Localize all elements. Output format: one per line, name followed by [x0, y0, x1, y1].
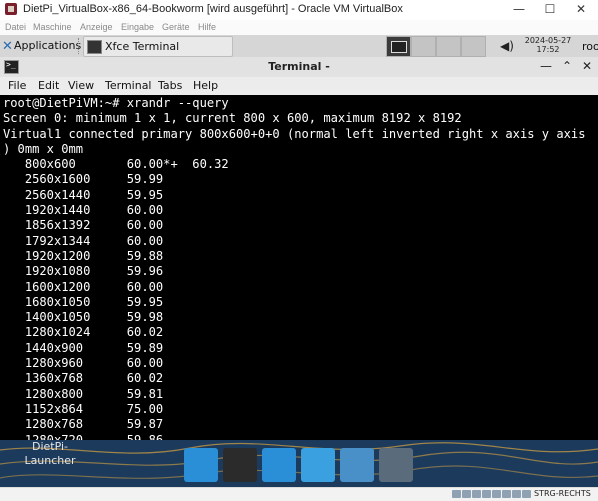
speaker-icon[interactable]: ◀) — [500, 39, 514, 53]
host-menu-maschine[interactable]: Maschine — [33, 22, 72, 32]
terminal-menu-terminal[interactable]: Terminal — [105, 79, 152, 92]
desktop-background: DietPi- Launcher — [0, 440, 598, 487]
web-browser-icon[interactable] — [301, 448, 335, 482]
panel-separator — [78, 38, 81, 54]
file-manager-icon[interactable] — [262, 448, 296, 482]
launcher-label-line: DietPi- — [31, 440, 69, 453]
host-key-label: STRG-RECHTS — [534, 489, 591, 498]
workspace-3[interactable] — [436, 36, 461, 57]
clock-date: 2024-05-27 — [524, 36, 572, 45]
terminal-title: Terminal - — [268, 60, 330, 73]
host-window-title: DietPi_VirtualBox-x86_64-Bookworm [wird … — [23, 3, 403, 15]
terminal-menu-tabs[interactable]: Tabs — [158, 79, 182, 92]
host-menu-datei[interactable]: Datei — [5, 22, 26, 32]
applications-label: Applications — [14, 39, 82, 52]
terminal-minimize-icon[interactable]: — — [540, 59, 552, 73]
close-button[interactable]: ✕ — [566, 2, 596, 16]
minimize-button[interactable]: — — [504, 2, 534, 16]
xfce-top-panel: ✕ Applications Xfce Terminal ◀) 2024-05-… — [0, 35, 598, 58]
audio-status-icon[interactable] — [472, 490, 481, 498]
terminal-close-icon[interactable]: ✕ — [582, 59, 592, 73]
host-menu-eingabe[interactable]: Eingabe — [121, 22, 154, 32]
taskbar-item-terminal[interactable]: Xfce Terminal — [83, 36, 233, 57]
clock-time: 17:52 — [536, 45, 560, 54]
terminal-output[interactable]: root@DietPiVM:~# xrandr --query Screen 0… — [0, 95, 598, 440]
terminal-icon — [87, 40, 102, 54]
mouse-integration-status-icon[interactable] — [522, 490, 531, 498]
terminal-icon[interactable] — [223, 448, 257, 482]
terminal-menubar: File Edit View Terminal Tabs Help — [0, 77, 598, 95]
host-menu-hilfe[interactable]: Hilfe — [198, 22, 216, 32]
workspace-4[interactable] — [461, 36, 486, 57]
taskbar-item-label: Xfce Terminal — [105, 40, 180, 53]
terminal-menu-view[interactable]: View — [68, 79, 94, 92]
panel-clock[interactable]: 2024-05-27 17:52 — [520, 36, 576, 54]
dietpi-launcher-label[interactable]: DietPi- Launcher — [20, 440, 80, 468]
applications-menu-button[interactable]: ✕ Applications — [0, 35, 82, 57]
search-icon[interactable] — [340, 448, 374, 482]
maximize-button[interactable]: ☐ — [535, 2, 565, 16]
host-window-titlebar: DietPi_VirtualBox-x86_64-Bookworm [wird … — [0, 0, 598, 20]
terminal-menu-edit[interactable]: Edit — [38, 79, 59, 92]
dock — [184, 448, 420, 484]
terminal-maximize-icon[interactable]: ⌃ — [562, 59, 572, 73]
host-menu-anzeige[interactable]: Anzeige — [80, 22, 113, 32]
terminal-menu-file[interactable]: File — [8, 79, 26, 92]
display-status-icon[interactable] — [512, 490, 521, 498]
usb-status-icon[interactable] — [492, 490, 501, 498]
workspace-window-thumbnail — [391, 41, 407, 53]
workspace-1[interactable] — [386, 36, 411, 57]
workspace-2[interactable] — [411, 36, 436, 57]
terminal-menu-help[interactable]: Help — [193, 79, 218, 92]
optical-drive-status-icon[interactable] — [462, 490, 471, 498]
host-menu-geraete[interactable]: Geräte — [162, 22, 190, 32]
shared-folders-status-icon[interactable] — [502, 490, 511, 498]
show-desktop-icon[interactable] — [184, 448, 218, 482]
host-statusbar: STRG-RECHTS — [0, 487, 598, 501]
user-menu[interactable]: root — [582, 40, 598, 53]
launcher-label-line: Launcher — [24, 454, 76, 467]
xfce-logo-icon: ✕ — [2, 39, 13, 54]
network-status-icon[interactable] — [482, 490, 491, 498]
folder-icon[interactable] — [379, 448, 413, 482]
virtualbox-vm-icon — [5, 3, 17, 15]
terminal-titlebar: Terminal - — ⌃ ✕ — [0, 57, 598, 78]
harddisk-status-icon[interactable] — [452, 490, 461, 498]
host-menubar: Datei Maschine Anzeige Eingabe Geräte Hi… — [0, 20, 598, 36]
terminal-text: root@DietPiVM:~# xrandr --query Screen 0… — [3, 96, 586, 440]
